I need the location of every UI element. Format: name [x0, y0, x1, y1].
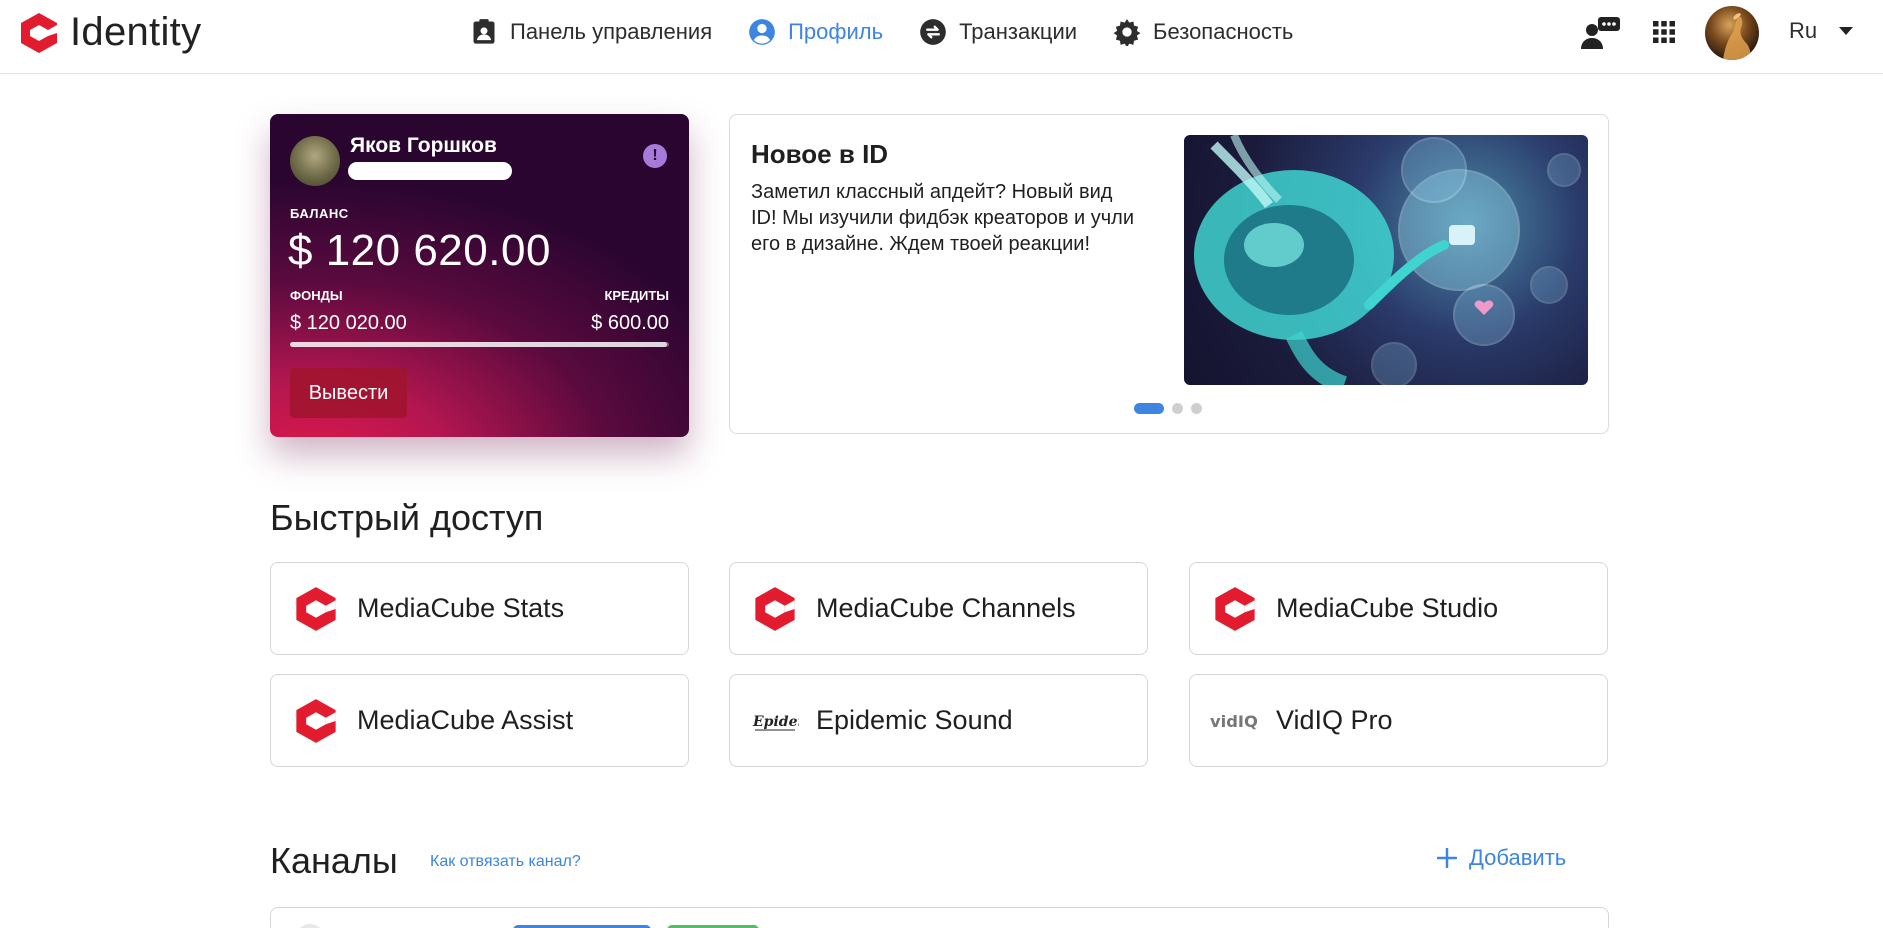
quick-access-tile[interactable]: vidIQ VidIQ Pro	[1189, 674, 1608, 767]
quick-access-tile[interactable]: MediaCube Assist	[270, 674, 689, 767]
user-name: Яков Горшков	[350, 134, 497, 157]
user-circle-icon	[749, 19, 775, 45]
gear-icon	[1113, 19, 1141, 46]
quick-access-label: MediaCube Channels	[816, 593, 1076, 623]
carousel-dot[interactable]	[1134, 403, 1164, 414]
mediacube-logo-icon	[291, 696, 341, 746]
withdraw-button[interactable]: Вывести	[290, 368, 407, 418]
news-illustration-art	[1194, 135, 1581, 385]
quick-access-tile[interactable]: MediaCube Studio	[1189, 562, 1608, 655]
quick-access-label: MediaCube Assist	[357, 705, 574, 735]
quick-access-tile[interactable]: MediaCube Channels	[729, 562, 1148, 655]
nav-item-label: Безопасность	[1153, 19, 1294, 44]
vidiq-logo-icon: vidIQ	[1210, 696, 1260, 746]
nav-item-profile[interactable]: Профиль	[748, 18, 883, 46]
funds-progress-fill	[290, 342, 668, 347]
funds-value: $ 120 020.00	[290, 312, 407, 334]
epidemic-logo-icon: Epidemic	[750, 696, 800, 746]
carousel-dot[interactable]	[1172, 403, 1183, 414]
svg-text:vidIQ: vidIQ	[1210, 711, 1258, 730]
news-text: Заметил классный апдейт? Новый вид ID! М…	[751, 181, 1135, 255]
svg-text:Epidemic: Epidemic	[752, 714, 799, 730]
nav-item-transactions[interactable]: Транзакции	[919, 18, 1077, 46]
mediacube-logo-icon	[1210, 584, 1260, 634]
swap-arrows-icon	[920, 19, 946, 45]
credits-value: $ 600.00	[591, 312, 669, 334]
main-nav: Панель управления Профиль Транзакции Без…	[470, 0, 1293, 64]
mediacube-logo-icon	[21, 12, 57, 53]
plus-icon	[1437, 848, 1457, 868]
channels-title: Каналы	[270, 840, 398, 881]
language-label: Ru	[1789, 18, 1818, 43]
nav-item-label: Транзакции	[959, 19, 1078, 44]
carousel-dot[interactable]	[1191, 403, 1202, 414]
language-selector[interactable]: Ru	[1789, 18, 1854, 44]
quick-access-label: Epidemic Sound	[816, 705, 1013, 735]
quick-access-label: MediaCube Stats	[357, 593, 565, 623]
alert-icon[interactable]: !	[643, 144, 667, 168]
balance-card: Яков Горшков ! БАЛАНС $ 120 620.00 ФОНДЫ…	[270, 114, 689, 437]
funds-progress-bar	[290, 342, 669, 347]
balance-value: $ 120 620.00	[288, 226, 551, 275]
caret-down-icon	[1839, 27, 1854, 35]
mediacube-logo-icon	[750, 584, 800, 634]
credits-label: КРЕДИТЫ	[604, 288, 669, 303]
top-header: Identity Панель управления Профиль Транз…	[0, 0, 1883, 74]
unlink-channel-help-link[interactable]: Как отвязать канал?	[430, 853, 581, 871]
clipboard-user-icon	[473, 19, 495, 44]
quick-access-tile[interactable]: Epidemic Epidemic Sound	[729, 674, 1148, 767]
identity-logo[interactable]: Identity	[18, 10, 201, 55]
nav-item-security[interactable]: Безопасность	[1113, 18, 1293, 46]
quick-access-label: VidIQ Pro	[1276, 705, 1393, 735]
apps-grid-icon[interactable]	[1652, 20, 1676, 44]
news-illustration[interactable]	[1184, 135, 1588, 385]
nav-item-label: Профиль	[788, 19, 884, 44]
add-channel-label: Добавить	[1469, 845, 1567, 870]
quick-access-tile[interactable]: MediaCube Stats	[270, 562, 689, 655]
add-channel-button[interactable]: Добавить	[1437, 845, 1566, 871]
logo-text: Identity	[70, 10, 202, 54]
quick-access-label: MediaCube Studio	[1276, 593, 1499, 623]
funds-label: ФОНДЫ	[290, 288, 343, 303]
news-card: Новое в ID Заметил классный апдейт? Новы…	[729, 114, 1609, 434]
avatar-image	[1723, 13, 1751, 60]
nav-item-label: Панель управления	[510, 19, 713, 44]
balance-label: БАЛАНС	[290, 206, 349, 221]
quick-access-title: Быстрый доступ	[270, 497, 544, 538]
user-avatar	[290, 136, 340, 186]
mediacube-logo-icon	[291, 584, 341, 634]
channel-avatar	[295, 924, 325, 928]
channel-card[interactable]	[270, 907, 1609, 928]
support-chat-icon[interactable]	[1580, 16, 1622, 50]
carousel-dots	[1134, 403, 1202, 414]
user-avatar[interactable]	[1705, 6, 1759, 60]
nav-item-dashboard[interactable]: Панель управления	[470, 18, 712, 46]
news-title: Новое в ID	[751, 139, 889, 169]
redacted-email	[348, 162, 512, 180]
